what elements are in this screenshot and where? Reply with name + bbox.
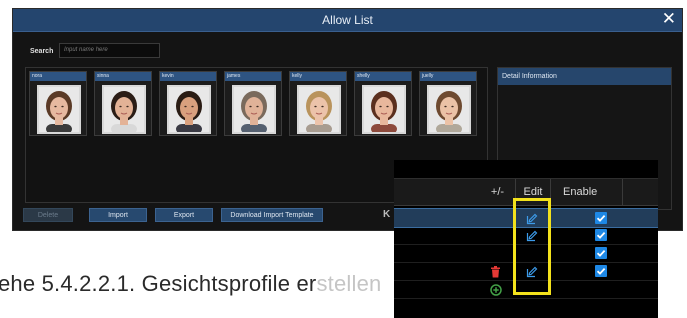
dialog-titlebar: Allow List ✕ <box>13 9 682 32</box>
face-card[interactable]: juelly <box>419 71 477 136</box>
caption-text: ehe 5.4.2.2.1. Gesichtsprofile erstellen <box>0 271 381 297</box>
zoom-table-header: +/- Edit Enable ⌄ <box>394 178 658 224</box>
header-enable-label: Enable <box>563 186 598 198</box>
caption-main: ehe 5.4.2.2.1. Gesichtsprofile er <box>0 271 317 296</box>
face-card[interactable]: james <box>224 71 282 136</box>
portrait-icon <box>364 87 404 132</box>
import-button[interactable]: Import <box>89 208 147 222</box>
table-row[interactable] <box>394 280 658 299</box>
portrait-icon <box>429 87 469 132</box>
enable-checkbox[interactable] <box>595 212 607 224</box>
face-card[interactable]: sinna <box>94 71 152 136</box>
zoomed-table-detail: +/- Edit Enable ⌄ <box>394 160 658 318</box>
face-photo <box>297 85 341 134</box>
enable-checkbox[interactable] <box>595 229 607 241</box>
enable-checkbox[interactable] <box>595 265 607 277</box>
face-name: sinna <box>95 72 151 81</box>
face-name: shelly <box>355 72 411 81</box>
dialog-title: Allow List <box>322 13 373 27</box>
header-edit: Edit <box>516 179 551 205</box>
portrait-icon <box>299 87 339 132</box>
table-row[interactable] <box>394 262 658 281</box>
face-photo <box>102 85 146 134</box>
search-input[interactable]: Input name here <box>59 43 160 58</box>
face-card[interactable]: nora <box>29 71 87 136</box>
face-card[interactable]: shelly <box>354 71 412 136</box>
download-template-button[interactable]: Download Import Template <box>221 208 323 222</box>
face-photo <box>427 85 471 134</box>
pager-first-icon[interactable]: K <box>383 209 390 220</box>
face-name: nora <box>30 72 86 81</box>
face-name: kelly <box>290 72 346 81</box>
close-icon[interactable]: ✕ <box>662 10 676 28</box>
face-photo <box>37 85 81 134</box>
portrait-icon <box>39 87 79 132</box>
portrait-icon <box>234 87 274 132</box>
header-enable[interactable]: Enable ⌄ <box>551 179 623 224</box>
detail-title: Detail Information <box>498 68 671 85</box>
trash-icon[interactable] <box>490 265 501 278</box>
caption-faded: stellen <box>316 271 382 296</box>
enable-checkbox[interactable] <box>595 247 607 259</box>
add-icon[interactable] <box>490 283 502 296</box>
face-name: juelly <box>420 72 476 81</box>
table-row[interactable] <box>394 226 658 245</box>
edit-icon[interactable] <box>526 212 538 225</box>
edit-icon[interactable] <box>526 265 538 278</box>
delete-button[interactable]: Delete <box>23 208 73 222</box>
portrait-icon <box>169 87 209 132</box>
table-row[interactable] <box>394 244 658 263</box>
face-card[interactable]: kelly <box>289 71 347 136</box>
export-button[interactable]: Export <box>155 208 213 222</box>
face-photo <box>167 85 211 134</box>
face-card[interactable]: kevin <box>159 71 217 136</box>
edit-icon[interactable] <box>526 229 538 242</box>
portrait-icon <box>104 87 144 132</box>
face-photo <box>232 85 276 134</box>
search-label: Search <box>30 48 54 55</box>
face-name: james <box>225 72 281 81</box>
face-photo <box>362 85 406 134</box>
header-plus-minus: +/- <box>480 179 516 205</box>
face-name: kevin <box>160 72 216 81</box>
table-row[interactable] <box>394 208 658 228</box>
